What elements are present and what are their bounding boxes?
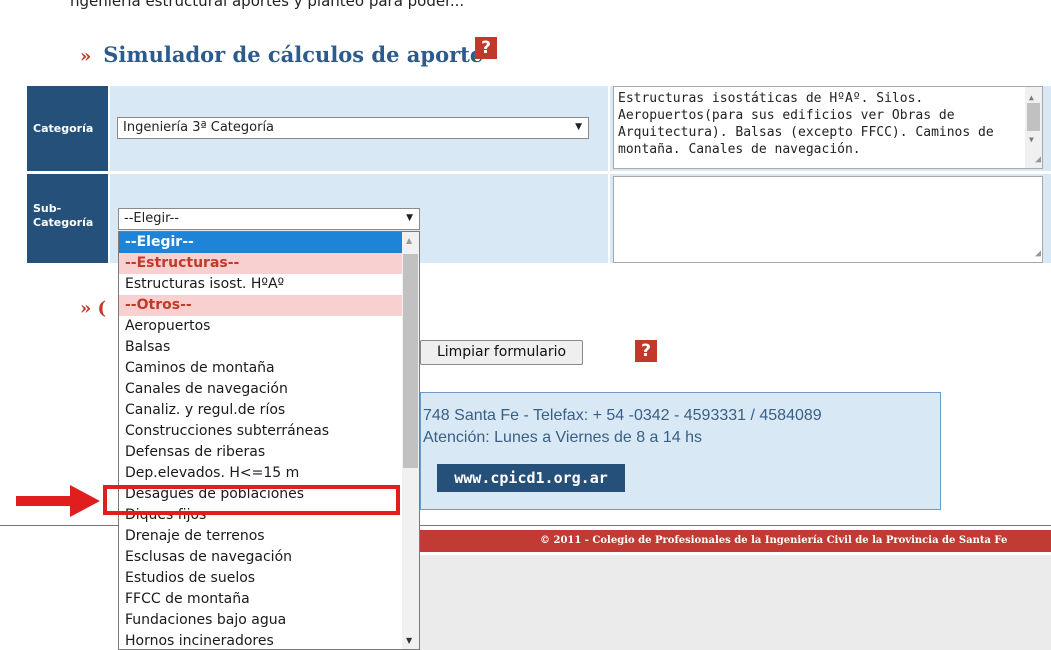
second-section-title: » ( [80, 298, 107, 319]
page-title-text: Simulador de cálculos de aporte [103, 42, 484, 67]
categoria-select[interactable]: Ingeniería 3ª Categoría ▼ [117, 117, 589, 139]
chevron-down-icon: ▼ [406, 213, 413, 223]
dropdown-option[interactable]: Estructuras isost. HºAº [119, 274, 403, 295]
dropdown-option[interactable]: Canaliz. y regul.de ríos [119, 400, 403, 421]
contact-box: 748 Santa Fe - Telefax: + 54 -0342 - 459… [420, 392, 941, 510]
categoria-description[interactable]: Estructuras isostáticas de HºAº. Silos. … [613, 86, 1043, 169]
chevron-icon: » [80, 46, 92, 67]
dropdown-option[interactable]: Fundaciones bajo agua [119, 610, 403, 631]
dropdown-option[interactable]: Defensas de riberas [119, 442, 403, 463]
page-title: » Simulador de cálculos de aporte [80, 42, 483, 67]
resize-handle-icon[interactable]: ◢ [1035, 245, 1041, 262]
dropdown-option[interactable]: --Elegir-- [119, 232, 403, 253]
footer-bar: © 2011 - Colegio de Profesionales de la … [420, 530, 1051, 552]
dropdown-option[interactable]: FFCC de montaña [119, 589, 403, 610]
scroll-down-icon: ▼ [1029, 135, 1034, 144]
dropdown-option[interactable]: Balsas [119, 337, 403, 358]
scrollbar-thumb[interactable] [1027, 103, 1040, 131]
annotation-arrow-icon [16, 485, 100, 517]
dropdown-option[interactable]: Construcciones subterráneas [119, 421, 403, 442]
top-cropped-text: ngeniería estructural aportes y planteo … [70, 0, 465, 10]
dropdown-option[interactable]: Drenaje de terrenos [119, 526, 403, 547]
help-icon[interactable]: ? [635, 340, 657, 362]
annotation-highlight-box [103, 485, 400, 515]
scrollbar-thumb[interactable] [403, 254, 418, 468]
subcategoria-select[interactable]: --Elegir-- ▼ [118, 208, 420, 230]
dropdown-option[interactable]: Estudios de suelos [119, 568, 403, 589]
dropdown-group: --Estructuras-- [119, 253, 403, 274]
dropdown-option[interactable]: Esclusas de navegación [119, 547, 403, 568]
subcategoria-description[interactable]: ◢ [613, 176, 1043, 263]
dropdown-option[interactable]: Canales de navegación [119, 379, 403, 400]
scroll-up-icon[interactable]: ▲ [406, 236, 412, 245]
dropdown-option[interactable]: Hornos incineradores [119, 631, 403, 649]
dropdown-scrollbar[interactable]: ▲ ▼ [402, 232, 419, 649]
dropdown-option[interactable]: Caminos de montaña [119, 358, 403, 379]
subcategoria-label-cell: Sub- Categoría [27, 174, 108, 263]
dropdown-option[interactable]: Aeropuertos [119, 316, 403, 337]
chevron-down-icon: ▼ [575, 122, 582, 132]
subcategoria-dropdown-list[interactable]: --Elegir-- --Estructuras-- Estructuras i… [118, 231, 420, 650]
dropdown-group: --Otros-- [119, 295, 403, 316]
resize-handle-icon[interactable]: ◢ [1035, 151, 1041, 168]
bottom-gray-area [420, 555, 1051, 650]
website-link[interactable]: www.cpicd1.org.ar [437, 464, 625, 492]
dropdown-option[interactable]: Dep.elevados. H<=15 m [119, 463, 403, 484]
help-icon[interactable]: ? [475, 37, 497, 59]
categoria-label-cell: Categoría [27, 86, 108, 171]
scroll-down-icon[interactable]: ▼ [406, 636, 412, 645]
clear-form-button[interactable]: Limpiar formulario [420, 340, 583, 365]
